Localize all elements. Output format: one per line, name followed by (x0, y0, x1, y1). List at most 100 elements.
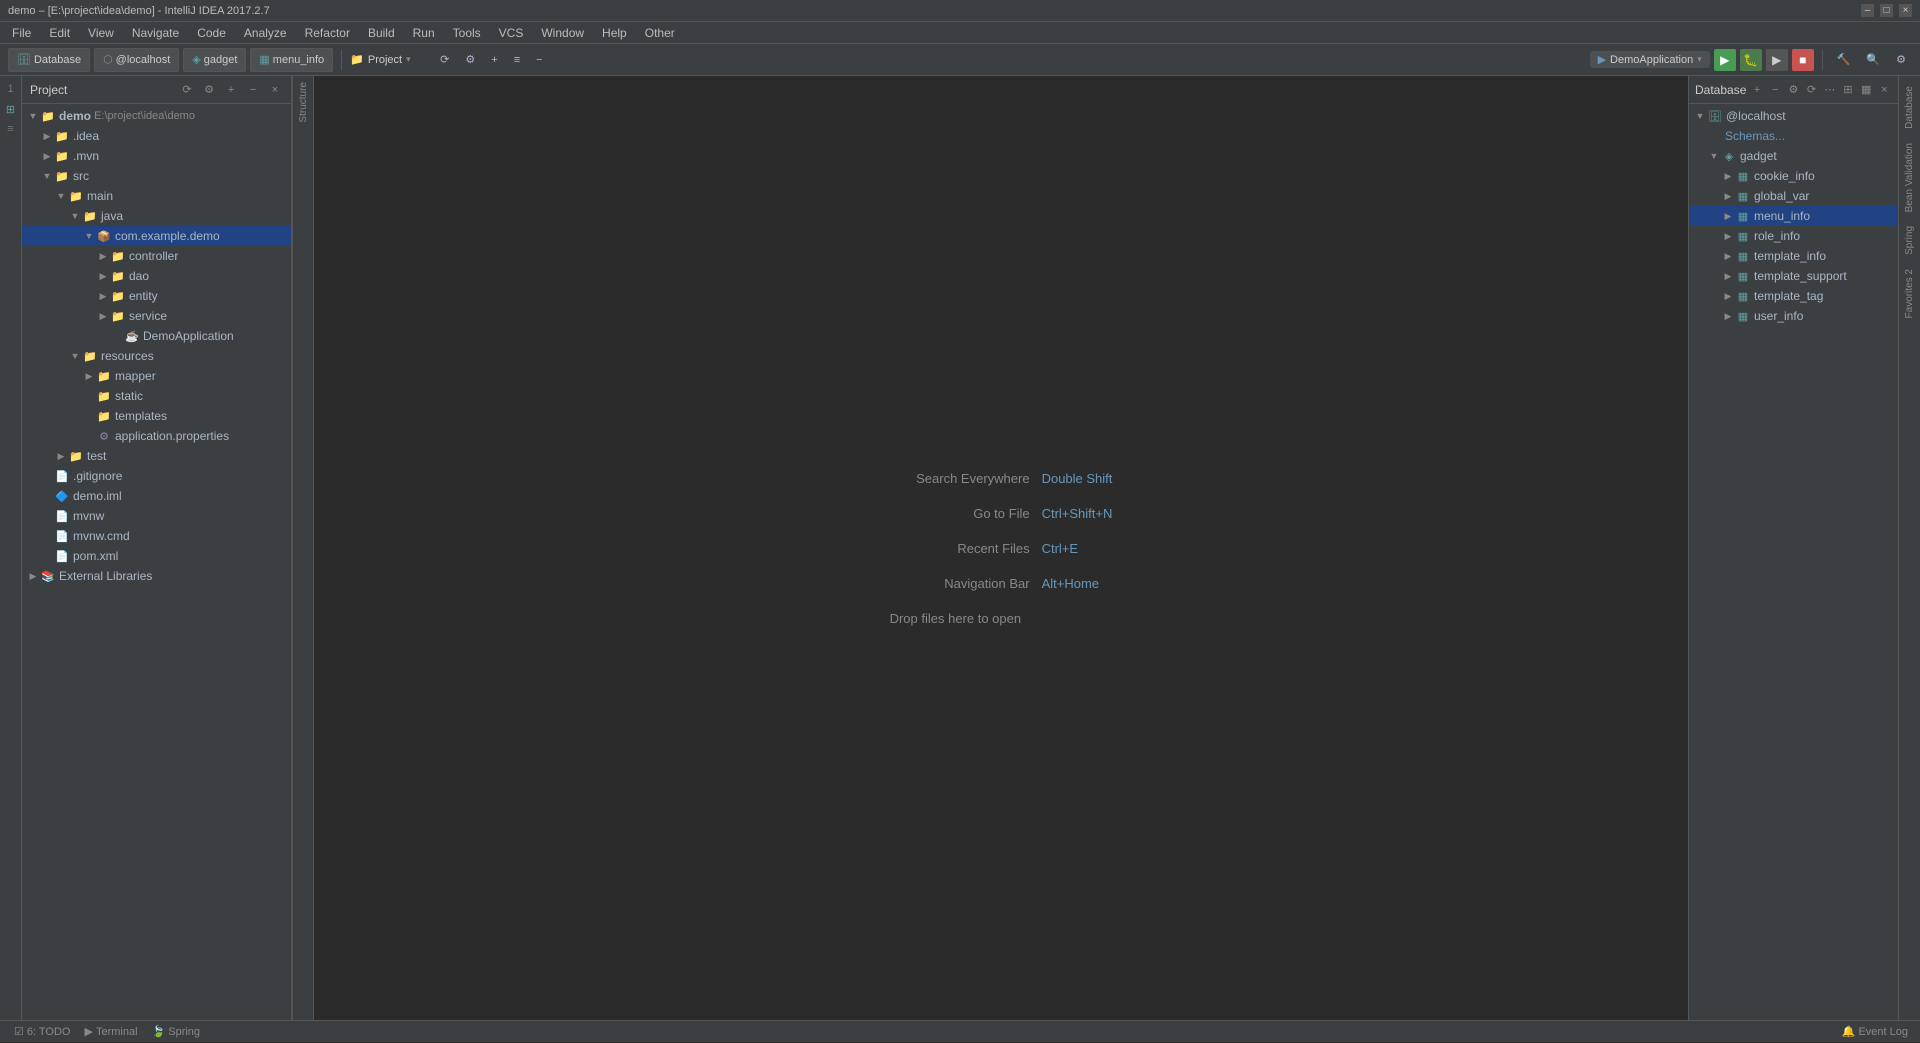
project-panel-sync[interactable]: ⟳ (179, 82, 195, 98)
db-item-role-info[interactable]: ▶ ▦ role_info (1689, 226, 1898, 246)
menu-other[interactable]: Other (637, 24, 683, 42)
tree-item-idea[interactable]: ▶ 📁 .idea (22, 126, 291, 146)
spring-icon: 🍃 (152, 1025, 166, 1038)
db-item-template-tag[interactable]: ▶ ▦ template_tag (1689, 286, 1898, 306)
db-item-user-info[interactable]: ▶ ▦ user_info (1689, 306, 1898, 326)
db-settings-button[interactable]: ⚙ (1786, 82, 1801, 98)
tree-item-templates[interactable]: ▶ 📁 templates (22, 406, 291, 426)
left-icon-2[interactable]: ⊞ (2, 100, 20, 118)
db-item-cookie-info[interactable]: ▶ ▦ cookie_info (1689, 166, 1898, 186)
sync-button[interactable]: ⟳ (434, 48, 455, 72)
menu-run[interactable]: Run (405, 24, 443, 42)
menu-tools[interactable]: Tools (445, 24, 489, 42)
db-add-button[interactable]: + (1749, 82, 1764, 98)
tree-item-demoapplication[interactable]: ▶ ☕ DemoApplication (22, 326, 291, 346)
db-item-schemas[interactable]: ▶ Schemas... (1689, 126, 1898, 146)
menu-navigate[interactable]: Navigate (124, 24, 187, 42)
bean-validation-side-label[interactable]: Bean Validation (1902, 137, 1917, 218)
menu-view[interactable]: View (80, 24, 122, 42)
tree-item-package[interactable]: ▼ 📦 com.example.demo (22, 226, 291, 246)
tree-item-dao[interactable]: ▶ 📁 dao (22, 266, 291, 286)
tree-item-static[interactable]: ▶ 📁 static (22, 386, 291, 406)
cog-button[interactable]: ⚙ (459, 48, 481, 72)
terminal-tab[interactable]: ▶ Terminal (78, 1021, 143, 1043)
db-item-template-info[interactable]: ▶ ▦ template_info (1689, 246, 1898, 266)
menu-help[interactable]: Help (594, 24, 635, 42)
menu-build[interactable]: Build (360, 24, 403, 42)
close-button[interactable]: × (1899, 4, 1912, 17)
maximize-button[interactable]: □ (1880, 4, 1893, 17)
db-item-template-support[interactable]: ▶ ▦ template_support (1689, 266, 1898, 286)
tree-item-java[interactable]: ▼ 📁 java (22, 206, 291, 226)
tree-item-mvn[interactable]: ▶ 📁 .mvn (22, 146, 291, 166)
db-item-menu-info[interactable]: ▶ ▦ menu_info (1689, 206, 1898, 226)
menu-refactor[interactable]: Refactor (297, 24, 358, 42)
project-panel-close[interactable]: × (267, 82, 283, 98)
tree-item-demo[interactable]: ▼ 📁 demo E:\project\idea\demo (22, 106, 291, 126)
favorites-side-label[interactable]: Favorites 2 (1902, 263, 1917, 324)
prop-icon: ⚙ (96, 428, 112, 444)
tree-item-extlib[interactable]: ▶ 📚 External Libraries (22, 566, 291, 586)
db-item-localhost[interactable]: ▼ 🗄 @localhost (1689, 106, 1898, 126)
project-panel-minus[interactable]: − (245, 82, 261, 98)
db-table-button[interactable]: ▦ (1859, 82, 1874, 98)
coverage-button[interactable]: ▶ (1766, 49, 1788, 71)
db-item-gadget[interactable]: ▼ ◈ gadget (1689, 146, 1898, 166)
toolbar-database-tab[interactable]: 🗄 Database (8, 48, 90, 72)
toolbar-plus-button[interactable]: + (485, 48, 503, 72)
db-grid-button[interactable]: ⊞ (1840, 82, 1855, 98)
tree-item-controller[interactable]: ▶ 📁 controller (22, 246, 291, 266)
tree-item-test[interactable]: ▶ 📁 test (22, 446, 291, 466)
database-side-label[interactable]: Database (1902, 80, 1917, 135)
toolbar-localhost-tab[interactable]: ⬡ @localhost (94, 48, 179, 72)
project-panel-settings[interactable]: ⚙ (201, 82, 217, 98)
menu-code[interactable]: Code (189, 24, 234, 42)
build-button[interactable]: 🔨 (1831, 48, 1857, 72)
tree-label-package: com.example.demo (115, 229, 220, 243)
todo-tab[interactable]: ☑ 6: TODO (8, 1021, 76, 1043)
spring-tab[interactable]: 🍃 Spring (146, 1021, 207, 1043)
tree-item-service[interactable]: ▶ 📁 service (22, 306, 291, 326)
menu-analyze[interactable]: Analyze (236, 24, 295, 42)
run-button[interactable]: ▶ (1714, 49, 1736, 71)
project-dropdown-icon[interactable]: ▾ (406, 54, 411, 65)
minimize-button[interactable]: – (1861, 4, 1874, 17)
db-refresh-button[interactable]: ⟳ (1804, 82, 1819, 98)
search-everywhere-button[interactable]: 🔍 (1860, 48, 1886, 72)
toolbar-settings-button[interactable]: ≡ (508, 48, 526, 72)
run-config-dropdown-icon[interactable]: ▾ (1697, 54, 1702, 65)
tree-arrow-main: ▼ (54, 191, 68, 201)
left-icon-3[interactable]: ≡ (2, 120, 20, 138)
tree-item-main[interactable]: ▼ 📁 main (22, 186, 291, 206)
project-panel-expand[interactable]: + (223, 82, 239, 98)
toolbar-menuinfo-tab[interactable]: ▦ menu_info (250, 48, 333, 72)
spring-side-label[interactable]: Spring (1902, 220, 1917, 261)
db-minus-button[interactable]: − (1768, 82, 1783, 98)
tree-item-gitignore[interactable]: ▶ 📄 .gitignore (22, 466, 291, 486)
left-icon-1[interactable]: 1 (2, 80, 20, 98)
tree-item-pomxml[interactable]: ▶ 📄 pom.xml (22, 546, 291, 566)
toolbar-gadget-tab[interactable]: ◈ gadget (183, 48, 246, 72)
database-panel-header: Database + − ⚙ ⟳ ⋯ ⊞ ▦ × (1689, 76, 1898, 104)
structure-label[interactable]: Structure (296, 76, 311, 129)
event-log-item[interactable]: 🔔 Event Log (1838, 1025, 1912, 1038)
menu-file[interactable]: File (4, 24, 39, 42)
tree-item-appprops[interactable]: ▶ ⚙ application.properties (22, 426, 291, 446)
tree-item-mvnwcmd[interactable]: ▶ 📄 mvnw.cmd (22, 526, 291, 546)
tree-item-entity[interactable]: ▶ 📁 entity (22, 286, 291, 306)
menu-edit[interactable]: Edit (41, 24, 78, 42)
tree-item-mapper[interactable]: ▶ 📁 mapper (22, 366, 291, 386)
db-item-global-var[interactable]: ▶ ▦ global_var (1689, 186, 1898, 206)
tree-item-mvnw[interactable]: ▶ 📄 mvnw (22, 506, 291, 526)
menu-vcs[interactable]: VCS (491, 24, 532, 42)
menu-window[interactable]: Window (533, 24, 592, 42)
tree-item-src[interactable]: ▼ 📁 src (22, 166, 291, 186)
db-close-button[interactable]: × (1877, 82, 1892, 98)
stop-button[interactable]: ■ (1792, 49, 1814, 71)
db-more-button[interactable]: ⋯ (1822, 82, 1837, 98)
tree-item-resources[interactable]: ▼ 📁 resources (22, 346, 291, 366)
toolbar-minimize-button[interactable]: − (530, 48, 548, 72)
settings-button[interactable]: ⚙ (1890, 48, 1912, 72)
tree-item-demoiml[interactable]: ▶ 🔷 demo.iml (22, 486, 291, 506)
debug-button[interactable]: 🐛 (1740, 49, 1762, 71)
